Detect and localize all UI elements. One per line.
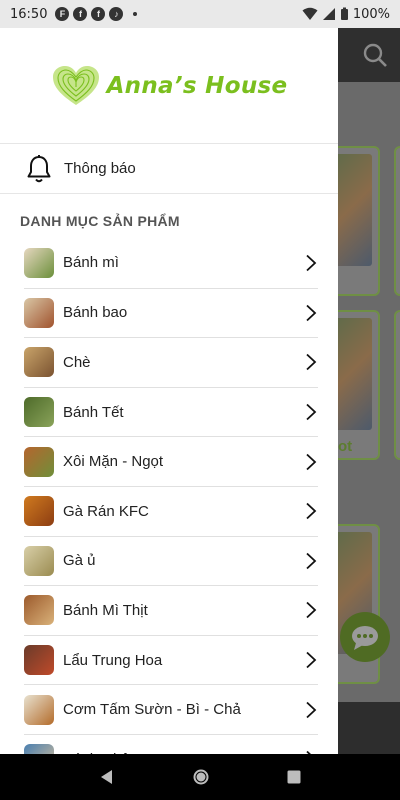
- chevron-right-icon: [306, 651, 317, 669]
- chevron-right-icon: [306, 552, 317, 570]
- chevron-right-icon: [306, 304, 317, 322]
- wifi-icon: [302, 7, 318, 20]
- category-thumbnail: [24, 744, 54, 754]
- chat-button[interactable]: [340, 612, 390, 662]
- background-product-card[interactable]: [394, 146, 400, 296]
- facebook-icon-2: f: [91, 7, 106, 21]
- category-thumbnail: [24, 595, 54, 626]
- chevron-right-icon: [306, 403, 317, 421]
- category-thumbnail: [24, 347, 54, 378]
- battery-icon: [340, 7, 348, 20]
- drawer-header: Anna’s House: [0, 28, 338, 144]
- back-icon[interactable]: [99, 769, 115, 785]
- category-thumbnail: [24, 446, 54, 477]
- category-label: Bánh bao: [63, 304, 128, 322]
- chevron-right-icon: [306, 503, 317, 520]
- search-icon[interactable]: [362, 42, 388, 68]
- battery-percent: 100%: [352, 6, 390, 22]
- chevron-right-icon: [306, 254, 317, 271]
- category-thumbnail: [24, 397, 54, 428]
- category-item[interactable]: Gà Rán KFC: [24, 485, 318, 536]
- background-card-label: ot: [338, 438, 353, 455]
- category-label: Gà ủ: [63, 552, 96, 570]
- category-item[interactable]: Bánh Nhật: [24, 733, 318, 754]
- category-thumbnail: [24, 247, 54, 278]
- bell-icon: [24, 154, 54, 184]
- navigation-drawer: Anna’s House Thông báo DANH MỤC SẢN PHẨM…: [0, 28, 338, 754]
- category-thumbnail: [24, 496, 54, 527]
- notifications-label: Thông báo: [64, 160, 136, 177]
- tiktok-icon: ♪: [109, 7, 124, 21]
- recents-icon[interactable]: [287, 770, 301, 784]
- category-label: Xôi Mặn - Ngọt: [63, 453, 164, 471]
- category-item[interactable]: Xôi Mặn - Ngọt: [24, 436, 318, 486]
- brand-name: Anna’s House: [106, 72, 288, 99]
- category-thumbnail: [24, 297, 54, 328]
- brand-logo: Anna’s House: [51, 65, 288, 107]
- app-notification-icon: F: [55, 7, 70, 21]
- facebook-icon: f: [73, 7, 88, 21]
- category-item[interactable]: Bánh Tết: [24, 386, 318, 437]
- category-label: Chè: [63, 353, 91, 371]
- background-product-card[interactable]: [394, 310, 400, 460]
- status-time: 16:50: [10, 6, 48, 22]
- notifications-item[interactable]: Thông báo: [0, 144, 338, 194]
- more-notifications-dot: [133, 12, 138, 16]
- category-label: Bánh Tết: [63, 403, 124, 421]
- home-icon[interactable]: [192, 768, 210, 786]
- category-label: Lẩu Trung Hoa: [63, 651, 163, 669]
- category-section-title: DANH MỤC SẢN PHẨM: [20, 213, 180, 229]
- category-label: Bánh Mì Thịt: [63, 601, 148, 619]
- category-item[interactable]: Chè: [24, 337, 318, 387]
- category-item[interactable]: Gà ủ: [24, 535, 318, 586]
- signal-icon: [322, 8, 335, 20]
- chevron-right-icon: [306, 354, 317, 371]
- category-thumbnail: [24, 545, 54, 576]
- category-thumbnail: [24, 694, 54, 725]
- category-item[interactable]: Bánh mì: [24, 238, 318, 288]
- status-right: 100%: [302, 7, 390, 22]
- category-item[interactable]: Bánh bao: [24, 287, 318, 338]
- category-item[interactable]: Bánh Mì Thịt: [24, 585, 318, 635]
- category-item[interactable]: Cơm Tấm Sườn - Bì - Chả: [24, 684, 318, 734]
- chevron-right-icon: [306, 701, 317, 718]
- chevron-right-icon: [306, 453, 317, 470]
- category-thumbnail: [24, 645, 54, 676]
- chat-bubble-icon: [352, 626, 378, 650]
- status-bar: 16:50 F f f ♪ 100%: [0, 0, 400, 28]
- category-label: Bánh mì: [63, 254, 119, 272]
- category-label: Cơm Tấm Sườn - Bì - Chả: [63, 701, 241, 719]
- category-list: Bánh mì Bánh bao Chè Bánh Tết Xôi Mặn - Ngọt…: [0, 238, 338, 754]
- chevron-right-icon: [306, 602, 317, 619]
- system-navigation-bar: [0, 754, 400, 800]
- category-label: Gà Rán KFC: [63, 502, 149, 520]
- category-item[interactable]: Lẩu Trung Hoa: [24, 634, 318, 685]
- fingerprint-heart-icon: [52, 65, 99, 105]
